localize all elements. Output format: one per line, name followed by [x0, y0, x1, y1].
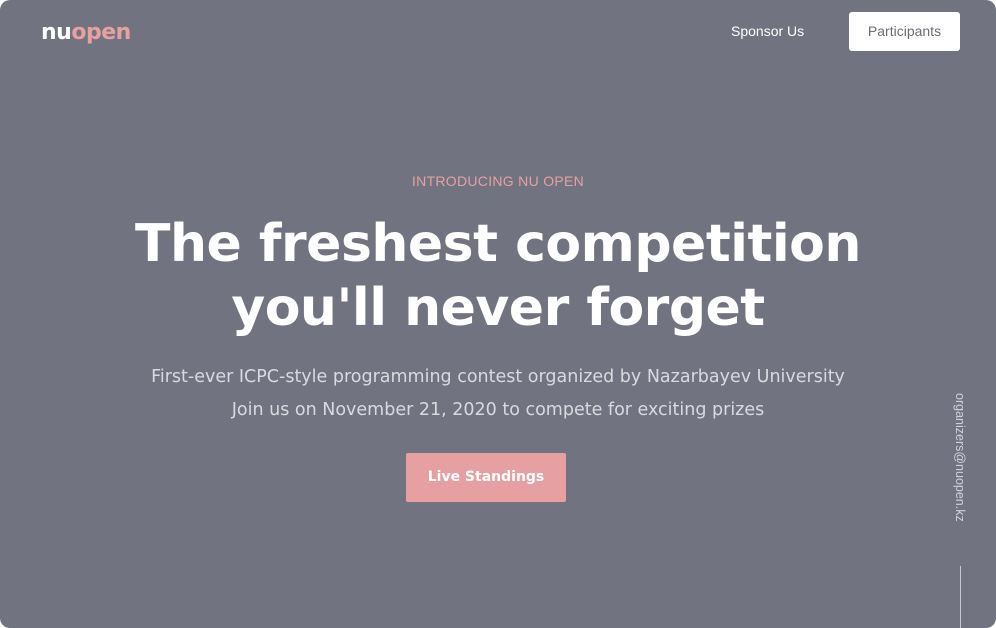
side-divider-line	[960, 566, 961, 628]
logo-open: open	[71, 20, 131, 45]
page-frame: nuopen Sponsor Us Participants INTRODUCI…	[0, 0, 996, 628]
sponsor-us-link[interactable]: Sponsor Us	[731, 22, 804, 40]
hero-eyebrow: INTRODUCING NU OPEN	[411, 173, 585, 189]
logo[interactable]: nuopen	[41, 19, 131, 47]
logo-nu: nu	[41, 20, 72, 45]
organizers-email-link[interactable]: organizers@nuopen.kz	[952, 393, 968, 545]
live-standings-button[interactable]: Live Standings	[406, 453, 566, 502]
subtext-line-1: First-ever ICPC-style programming contes…	[151, 367, 845, 387]
hero-headline: The freshest competition you'll never fo…	[0, 212, 996, 340]
participants-button[interactable]: Participants	[849, 12, 960, 51]
headline-line-2: you'll never forget	[231, 278, 765, 338]
hero-subtext: First-ever ICPC-style programming contes…	[0, 361, 996, 427]
subtext-line-2: Join us on November 21, 2020 to compete …	[231, 400, 765, 420]
headline-line-1: The freshest competition	[135, 214, 861, 274]
